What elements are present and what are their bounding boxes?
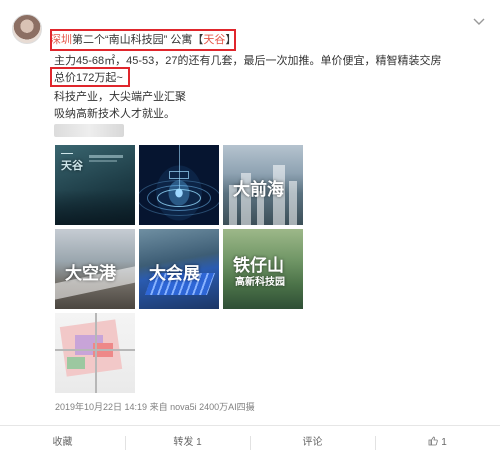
- tower: [289, 181, 297, 225]
- brand-mark-icon: [61, 153, 73, 157]
- map-zone: [67, 357, 85, 369]
- repost-button[interactable]: 转发 1: [125, 426, 250, 459]
- avatar[interactable]: [12, 14, 42, 44]
- caption-convention: 大会展: [149, 264, 200, 283]
- light-beam: [179, 145, 180, 195]
- chevron-down-icon[interactable]: [472, 16, 486, 26]
- favorite-button[interactable]: 收藏: [0, 426, 125, 459]
- image-tieshan[interactable]: 铁仔山 高新科技园: [223, 229, 303, 309]
- comment-button[interactable]: 评论: [250, 426, 375, 459]
- brand-subtext: [89, 155, 123, 158]
- post-line-industry: 科技产业，大尖端产业汇聚: [54, 91, 186, 103]
- image-site-map[interactable]: [55, 313, 135, 393]
- image-convention[interactable]: 大会展: [139, 229, 219, 309]
- weibo-post-card: 深圳第二个“南山科技园” 公寓【天谷】 主力45-68㎡，45-53，27的还有…: [0, 0, 500, 459]
- caption-qianhai: 大前海: [233, 180, 284, 199]
- caption-airport: 大空港: [65, 264, 116, 283]
- brand-text: 天谷: [61, 160, 83, 172]
- post-meta: 2019年10月22日 14:19 来自 nova5i 2400万AI四摄: [55, 402, 255, 412]
- brand-subtext: [89, 160, 117, 162]
- building-silhouette: [55, 190, 135, 225]
- blurred-text: [54, 124, 124, 137]
- caption-tech-park: 高新科技园: [235, 277, 285, 288]
- image-airport[interactable]: 大空港: [55, 229, 135, 309]
- price-highlight-box: [50, 67, 130, 87]
- title-highlight-box: [50, 29, 236, 51]
- map-road: [95, 313, 97, 393]
- thumbs-up-icon: [428, 436, 438, 446]
- like-count: 1: [441, 437, 447, 448]
- post-line-talent: 吸纳高新技术人才就业。: [54, 108, 175, 120]
- action-bar: 收藏 转发 1 评论 1: [0, 426, 500, 459]
- image-tech-rings[interactable]: [139, 145, 219, 225]
- like-button[interactable]: 1: [375, 426, 500, 459]
- image-tiangu-brand[interactable]: 天谷: [55, 145, 135, 225]
- image-qianhai[interactable]: 大前海: [223, 145, 303, 225]
